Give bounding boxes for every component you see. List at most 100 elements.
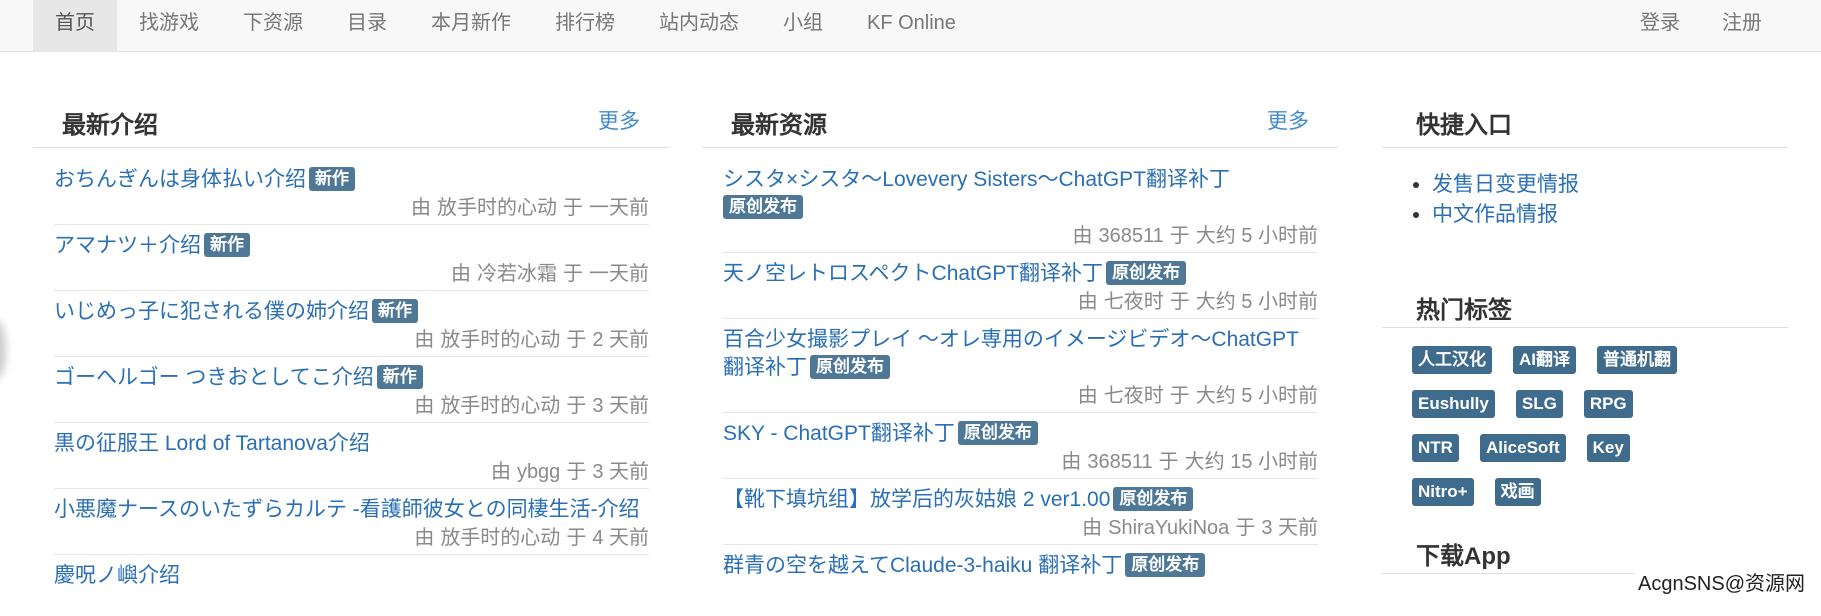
nav-monthly-new[interactable]: 本月新作 — [409, 0, 533, 52]
item-meta: 由七夜时于大约 5 小时前 — [723, 288, 1318, 316]
meta-author[interactable]: ShiraYukiNoa — [1108, 517, 1229, 539]
meta-time: 一天前 — [589, 263, 649, 285]
nav-ranking[interactable]: 排行榜 — [533, 0, 637, 52]
list-item: 黒の征服王 Lord of Tartanova介绍 由 ybgg 于 3 天前 — [54, 423, 649, 489]
tag-chip[interactable]: 戏画 — [1494, 478, 1541, 506]
list-item: SKY - ChatGPT翻译补丁 原创发布 由 368511 于大约 15 小时前 — [723, 413, 1318, 479]
meta-author[interactable]: 368511 — [1098, 225, 1163, 247]
meta-author[interactable]: 放手时的心动 — [440, 329, 560, 351]
panel-title: 热门标签 — [1416, 297, 1512, 324]
item-title-link[interactable]: シスタ×シスタ～Lovevery Sisters～ChatGPT翻译补丁 — [723, 168, 1230, 191]
meta-time: 大约 15 小时前 — [1184, 451, 1318, 473]
meta-author[interactable]: 七夜时 — [1104, 291, 1164, 313]
tag-chip[interactable]: AliceSoft — [1479, 434, 1566, 462]
item-title-link[interactable]: ゴーヘルゴー つきおとしてこ介绍 — [54, 366, 374, 389]
meta-time: 大约 5 小时前 — [1195, 385, 1318, 407]
meta-at: 于 — [1235, 517, 1256, 539]
quick-link-chinese-works[interactable]: 中文作品情报 — [1432, 200, 1788, 230]
quick-links-list: 发售日变更情报 中文作品情报 — [1382, 148, 1788, 230]
meta-author[interactable]: 七夜时 — [1104, 385, 1164, 407]
item-meta: 由放手时的心动于 4 天前 — [54, 524, 649, 552]
meta-author[interactable]: 放手时的心动 — [437, 197, 557, 219]
list-item: 百合少女撮影プレイ ～オレ専用のイメージビデオ～ChatGPT翻译补丁 原创发布 … — [723, 319, 1318, 413]
meta-author[interactable]: 放手时的心动 — [440, 527, 560, 549]
meta-time: 2 天前 — [592, 329, 649, 351]
meta-time: 大约 5 小时前 — [1195, 291, 1318, 313]
meta-time: 3 天前 — [1261, 517, 1318, 539]
item-title-link[interactable]: 慶呪ノ嶼介绍 — [54, 564, 180, 587]
nav-catalog[interactable]: 目录 — [325, 0, 409, 52]
original-badge: 原创发布 — [723, 195, 803, 219]
meta-author[interactable]: ybgg — [517, 461, 560, 483]
item-title-link[interactable]: いじめっ子に犯される僕の姉介绍 — [54, 300, 369, 323]
panel-title: 快捷入口 — [1416, 112, 1512, 139]
new-badge: 新作 — [372, 299, 418, 323]
more-link[interactable]: 更多 — [1267, 105, 1309, 135]
meta-time: 4 天前 — [592, 527, 649, 549]
nav-home[interactable]: 首页 — [33, 0, 117, 52]
more-link[interactable]: 更多 — [598, 105, 640, 135]
tag-chip[interactable]: Key — [1586, 434, 1630, 462]
item-title-link[interactable]: 天ノ空レトロスペクトChatGPT翻译补丁 — [723, 262, 1103, 285]
site-watermark: AcgnSNS@资源网 — [1633, 565, 1809, 598]
meta-time: 一天前 — [589, 197, 649, 219]
panel-header: 最新介绍 更多 — [33, 88, 669, 148]
quick-link-release-changes[interactable]: 发售日变更情报 — [1432, 170, 1788, 200]
tag-chip[interactable]: NTR — [1412, 434, 1459, 462]
meta-at: 于 — [1169, 225, 1190, 247]
tag-chip[interactable]: Eushully — [1412, 390, 1495, 418]
meta-by: 由 — [1082, 517, 1103, 539]
item-meta: 由七夜时于大约 5 小时前 — [723, 382, 1318, 410]
nav-kf-online[interactable]: KF Online — [845, 0, 978, 52]
meta-by: 由 — [490, 461, 511, 483]
tag-chip[interactable]: Nitro+ — [1412, 478, 1474, 506]
nav-groups[interactable]: 小组 — [761, 0, 845, 52]
meta-by: 由 — [414, 527, 435, 549]
meta-author[interactable]: 冷若冰霜 — [477, 263, 557, 285]
item-title-link[interactable]: 小悪魔ナースのいたずらカルテ -看護師彼女との同棲生活-介绍 — [54, 498, 640, 521]
meta-by: 由 — [1061, 451, 1082, 473]
quick-links-header: 快捷入口 — [1382, 88, 1788, 148]
meta-by: 由 — [414, 395, 435, 417]
item-title-link[interactable]: 【靴下填坑组】放学后的灰姑娘 2 ver1.00 — [723, 488, 1110, 511]
item-meta: 由放手时的心动于 2 天前 — [54, 326, 649, 354]
item-title-link[interactable]: SKY - ChatGPT翻译补丁 — [723, 422, 955, 445]
item-title-link[interactable]: 群青の空を越えてClaude-3-haiku 翻译补丁 — [723, 554, 1122, 577]
item-title-link[interactable]: 黒の征服王 Lord of Tartanova介绍 — [54, 432, 370, 455]
intro-list: おちんぎんは身体払い介绍 新作 由放手时的心动于一天前 アマナツ＋介绍 新作 由冷若… — [33, 148, 669, 592]
sidebar-panel: 快捷入口 发售日变更情报 中文作品情报 热门标签 人工汉化 AI翻译 普通机翻 … — [1382, 88, 1788, 574]
nav-left: 首页 找游戏 下资源 目录 本月新作 排行榜 站内动态 小组 KF Online — [33, 0, 978, 52]
panel-title: 最新资源 — [731, 112, 827, 139]
meta-by: 由 — [1077, 385, 1098, 407]
original-badge: 原创发布 — [810, 355, 890, 379]
meta-author[interactable]: 368511 — [1087, 451, 1152, 473]
meta-author[interactable]: 放手时的心动 — [440, 395, 560, 417]
tag-chip[interactable]: AI翻译 — [1513, 346, 1576, 374]
panel-title: 下载App — [1416, 543, 1511, 570]
register-link[interactable]: 注册 — [1701, 0, 1783, 52]
meta-at: 于 — [1169, 385, 1190, 407]
meta-at: 于 — [566, 527, 587, 549]
new-badge: 新作 — [204, 233, 250, 257]
nav-find-game[interactable]: 找游戏 — [117, 0, 221, 52]
login-link[interactable]: 登录 — [1619, 0, 1701, 52]
list-item: おちんぎんは身体払い介绍 新作 由放手时的心动于一天前 — [54, 148, 649, 225]
tag-chip[interactable]: RPG — [1583, 390, 1633, 418]
tag-chip[interactable]: SLG — [1515, 390, 1563, 418]
hot-tags-header: 热门标签 — [1382, 270, 1788, 328]
meta-at: 于 — [1169, 291, 1190, 313]
tag-chip[interactable]: 人工汉化 — [1412, 346, 1492, 374]
panel-header: 最新资源 更多 — [702, 88, 1338, 148]
top-navbar: 首页 找游戏 下资源 目录 本月新作 排行榜 站内动态 小组 KF Online… — [0, 0, 1821, 52]
nav-download[interactable]: 下资源 — [221, 0, 325, 52]
meta-by: 由 — [1072, 225, 1093, 247]
hot-tags: 人工汉化 AI翻译 普通机翻 Eushully SLG RPG NTR Alic… — [1382, 328, 1712, 522]
meta-by: 由 — [1077, 291, 1098, 313]
nav-right: 登录 注册 — [1619, 0, 1783, 52]
tag-chip[interactable]: 普通机翻 — [1597, 346, 1677, 374]
item-title-link[interactable]: おちんぎんは身体払い介绍 — [54, 168, 306, 191]
meta-time: 3 天前 — [592, 395, 649, 417]
list-item: アマナツ＋介绍 新作 由冷若冰霜于一天前 — [54, 225, 649, 291]
nav-activity[interactable]: 站内动态 — [637, 0, 761, 52]
item-title-link[interactable]: アマナツ＋介绍 — [54, 234, 201, 257]
